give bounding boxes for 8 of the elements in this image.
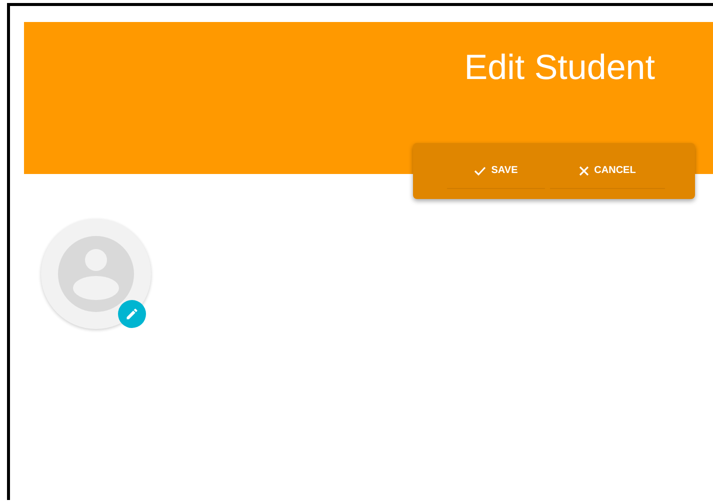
check-icon xyxy=(474,166,486,176)
cancel-button[interactable]: CANCEL xyxy=(550,153,665,189)
save-button[interactable]: SAVE xyxy=(447,153,545,189)
page-title: Edit Student xyxy=(464,50,655,85)
edit-photo-button[interactable] xyxy=(118,300,146,328)
person-icon xyxy=(58,236,134,312)
pencil-icon xyxy=(125,307,139,321)
close-icon xyxy=(579,166,590,176)
